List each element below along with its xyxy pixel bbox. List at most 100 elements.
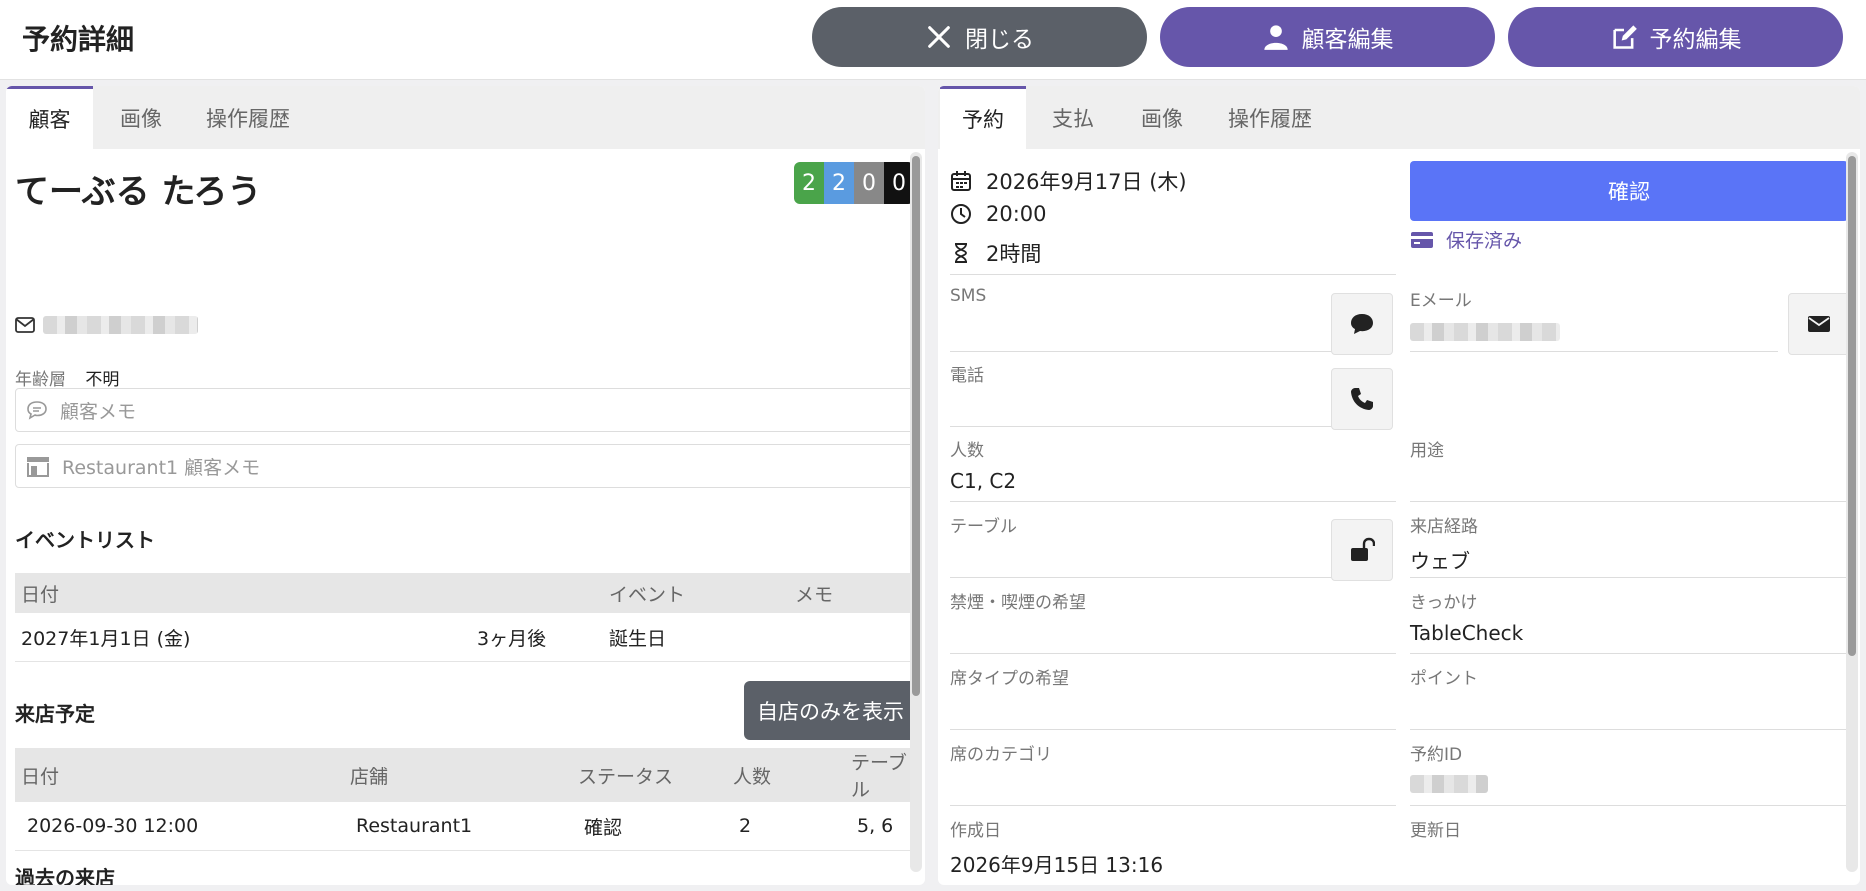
col-table: テーブル bbox=[845, 748, 917, 802]
send-email-button[interactable] bbox=[1788, 293, 1850, 355]
event-relative: 3ヶ月後 bbox=[471, 613, 603, 662]
tab-payment[interactable]: 支払 bbox=[1033, 86, 1113, 149]
points-field[interactable]: ポイント bbox=[1410, 664, 1848, 730]
tab-images[interactable]: 画像 bbox=[101, 86, 181, 149]
booking-duration: 2時間 bbox=[950, 238, 1041, 268]
created-field: 作成日 2026年9月15日 13:16 bbox=[950, 816, 1396, 882]
close-button[interactable]: 閉じる bbox=[812, 7, 1147, 67]
source-value: ウェブ bbox=[1410, 549, 1470, 573]
customer-memo-placeholder: 顧客メモ bbox=[60, 400, 137, 423]
scroll-thumb[interactable] bbox=[1848, 156, 1856, 656]
underline bbox=[950, 653, 1396, 654]
customer-panel: 顧客 画像 操作履歴 てーぶる たろう 2 2 0 0 年齢層 不明 顧客メモ … bbox=[6, 86, 925, 885]
saved-card-label: 保存済み bbox=[1446, 230, 1523, 252]
reservation-id-label: 予約ID bbox=[1410, 745, 1463, 765]
trigger-field[interactable]: きっかけ TableCheck bbox=[1410, 588, 1848, 654]
calendar-icon bbox=[951, 171, 971, 191]
tab-booking[interactable]: 予約 bbox=[940, 86, 1026, 149]
saved-card-link[interactable]: 保存済み bbox=[1410, 226, 1522, 253]
tab-history[interactable]: 操作履歴 bbox=[188, 86, 308, 149]
call-button[interactable] bbox=[1331, 368, 1393, 430]
source-label: 来店経路 bbox=[1410, 517, 1478, 537]
edit-booking-button[interactable]: 予約編集 bbox=[1508, 7, 1843, 67]
edit-icon bbox=[1612, 25, 1637, 49]
upcoming-header-row: 日付 店舗 ステータス 人数 テーブル bbox=[15, 748, 917, 802]
customer-scrollbar[interactable] bbox=[910, 152, 922, 872]
col-memo: メモ bbox=[789, 573, 917, 613]
event-header-row: 日付 イベント メモ bbox=[15, 573, 917, 613]
table-lock-button[interactable] bbox=[1331, 519, 1393, 581]
phone-icon bbox=[1351, 388, 1373, 410]
created-label: 作成日 bbox=[950, 821, 1001, 841]
age-row: 年齢層 不明 bbox=[15, 365, 119, 390]
table-row[interactable]: 2027年1月1日 (金) 3ヶ月後 誕生日 bbox=[15, 613, 917, 662]
chat-bubble-icon bbox=[1351, 314, 1373, 334]
edit-customer-button[interactable]: 顧客編集 bbox=[1160, 7, 1495, 67]
divider bbox=[950, 274, 1396, 275]
points-label: ポイント bbox=[1410, 669, 1478, 689]
upcoming-store: Restaurant1 bbox=[344, 802, 572, 851]
scroll-thumb[interactable] bbox=[912, 156, 920, 696]
col-store: 店舗 bbox=[344, 748, 572, 802]
underline bbox=[1410, 501, 1848, 502]
comment-icon bbox=[27, 401, 47, 420]
upcoming-table: 日付 店舗 ステータス 人数 テーブル 2026-09-30 12:00 Res… bbox=[15, 748, 917, 851]
event-table: 日付 イベント メモ 2027年1月1日 (金) 3ヶ月後 誕生日 bbox=[15, 573, 917, 662]
seat-category-label: 席のカテゴリ bbox=[950, 745, 1052, 765]
table-label: テーブル bbox=[950, 517, 1017, 537]
close-button-label: 閉じる bbox=[965, 27, 1034, 53]
event-name: 誕生日 bbox=[603, 613, 789, 662]
restaurant-memo-placeholder: Restaurant1 顧客メモ bbox=[62, 456, 261, 479]
customer-memo-field[interactable]: 顧客メモ bbox=[15, 388, 917, 432]
guests-field[interactable]: 人数 C1, C2 bbox=[950, 436, 1396, 502]
booking-duration-value: 2時間 bbox=[986, 242, 1042, 266]
store-icon bbox=[27, 457, 49, 477]
send-sms-button[interactable] bbox=[1331, 293, 1393, 355]
email-redacted bbox=[1410, 323, 1560, 341]
purpose-field[interactable]: 用途 bbox=[1410, 436, 1848, 502]
unlock-icon bbox=[1351, 537, 1375, 561]
table-field[interactable]: テーブル bbox=[950, 512, 1332, 578]
phone-field[interactable]: 電話 bbox=[950, 361, 1332, 427]
mail-icon bbox=[15, 317, 35, 333]
customer-tabbar: 顧客 画像 操作履歴 bbox=[6, 86, 925, 149]
past-visits-title: 過去の来店 bbox=[15, 866, 115, 885]
purpose-label: 用途 bbox=[1410, 441, 1444, 461]
underline bbox=[950, 805, 1396, 806]
source-field[interactable]: 来店経路 ウェブ bbox=[1410, 512, 1848, 578]
booking-scrollbar[interactable] bbox=[1846, 152, 1858, 872]
count-badge: 2 bbox=[824, 162, 854, 204]
count-badge: 0 bbox=[854, 162, 884, 204]
col-date: 日付 bbox=[15, 748, 344, 802]
age-label: 年齢層 bbox=[15, 370, 66, 390]
sms-field[interactable]: SMS bbox=[950, 286, 1332, 352]
email-field[interactable]: Eメール bbox=[1410, 286, 1778, 352]
sms-label: SMS bbox=[950, 286, 987, 306]
table-row[interactable]: 2026-09-30 12:00 Restaurant1 確認 2 5, 6 bbox=[15, 802, 917, 851]
phone-label: 電話 bbox=[950, 366, 984, 386]
col-status: ステータス bbox=[572, 748, 727, 802]
restaurant-memo-field[interactable]: Restaurant1 顧客メモ bbox=[15, 444, 917, 488]
tab-history[interactable]: 操作履歴 bbox=[1210, 86, 1330, 149]
underline bbox=[1410, 577, 1848, 578]
header-bar: 予約詳細 閉じる 顧客編集 予約編集 bbox=[0, 0, 1866, 80]
confirm-status-button[interactable]: 確認 bbox=[1410, 161, 1848, 221]
age-value: 不明 bbox=[85, 370, 120, 390]
underline bbox=[950, 426, 1332, 427]
guests-value: C1, C2 bbox=[950, 469, 1017, 493]
seat-type-field[interactable]: 席タイプの希望 bbox=[950, 664, 1396, 730]
smoking-field[interactable]: 禁煙・喫煙の希望 bbox=[950, 588, 1396, 654]
seat-category-field[interactable]: 席のカテゴリ bbox=[950, 740, 1396, 806]
booking-panel: 予約 支払 画像 操作履歴 2026年9月17日 (木) 20:00 2時間 確… bbox=[938, 86, 1860, 885]
trigger-label: きっかけ bbox=[1410, 593, 1478, 613]
updated-field: 更新日 bbox=[1410, 816, 1848, 882]
tab-customer[interactable]: 顧客 bbox=[6, 86, 93, 149]
tab-images[interactable]: 画像 bbox=[1122, 86, 1202, 149]
underline bbox=[950, 351, 1332, 352]
booking-tabbar: 予約 支払 画像 操作履歴 bbox=[938, 86, 1860, 149]
event-date: 2027年1月1日 (金) bbox=[15, 613, 471, 662]
underline bbox=[1410, 653, 1848, 654]
underline bbox=[1410, 805, 1848, 806]
own-store-filter-button[interactable]: 自店のみを表示 bbox=[744, 681, 917, 740]
booking-time: 20:00 bbox=[950, 202, 1047, 226]
